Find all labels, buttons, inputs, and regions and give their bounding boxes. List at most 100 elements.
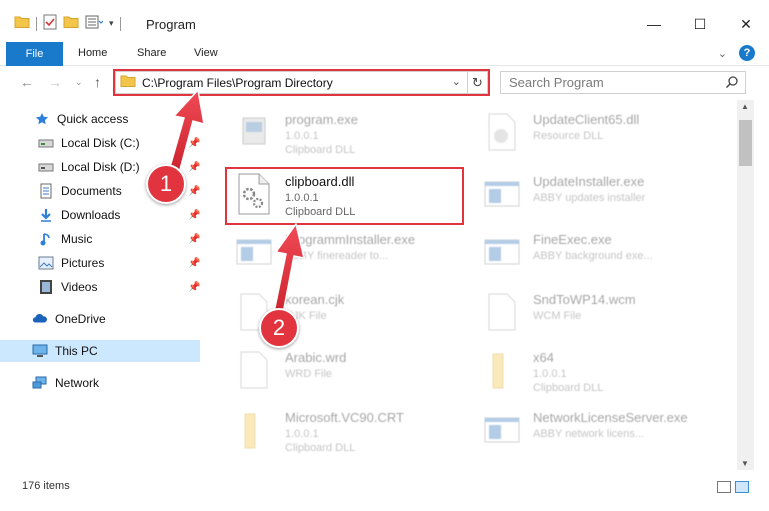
search-icon[interactable] [725,75,739,92]
window-icon [481,172,521,216]
file-item-microsoft-vc90-crt[interactable]: Microsoft.VC90.CRT 1.0.0.1 Clipboard DLL [225,402,465,458]
file-name: ProgrammInstaller.exe [285,232,416,247]
dll-icon [481,110,521,154]
file-item-programminstaller-exe[interactable]: ProgrammInstaller.exe ABBY finereader to… [225,224,465,280]
details-view-icon[interactable] [717,481,731,493]
tab-file[interactable]: File [6,42,63,66]
window-title: Program [146,17,196,32]
large-icons-view-icon[interactable] [735,481,749,493]
file-version: Resource DLL [533,130,604,142]
sidebar-item-label: This PC [55,344,98,358]
clipboard-dll-highlight [225,167,464,225]
file-name: Arabic.wrd [285,350,347,365]
tab-home[interactable]: Home [78,47,107,59]
file-item-x64[interactable]: x64 1.0.0.1 Clipboard DLL [473,342,713,398]
title-bar: ▾ Program — ☐ ✕ [0,0,769,42]
sidebar-item-label: Local Disk (D:) [61,160,140,174]
sidebar-item-downloads[interactable]: Downloads 📌 [0,204,200,226]
back-arrow-icon[interactable]: ← [20,74,34,90]
file-version: WRD File [285,368,333,380]
pin-icon[interactable]: 📌 [188,258,200,269]
file-name: x64 [533,350,554,365]
sidebar-item-label: Downloads [61,208,121,222]
file-name: UpdateClient65.dll [533,112,640,127]
file-name: UpdateInstaller.exe [533,174,645,189]
quick-access-toolbar: ▾ [14,14,121,33]
forward-arrow-icon[interactable]: → [48,74,62,90]
sidebar-item-network[interactable]: Network [0,372,200,394]
vertical-scrollbar[interactable]: ▲ ▼ [737,100,754,470]
network-icon [32,375,48,391]
properties-icon[interactable] [43,14,57,33]
help-icon[interactable]: ? [739,45,755,61]
minimize-button[interactable]: — [631,8,677,40]
up-arrow-icon[interactable]: ↑ [94,74,101,90]
sidebar-item-label: Music [61,232,93,246]
close-button[interactable]: ✕ [723,8,769,40]
maximize-button[interactable]: ☐ [677,8,723,40]
scroll-up-icon[interactable]: ▲ [741,102,749,111]
sidebar-item-onedrive[interactable]: OneDrive [0,308,200,330]
sidebar-item-quick-access[interactable]: Quick access [0,108,200,130]
search-input[interactable]: Search Program [509,75,604,90]
scrollbar-thumb[interactable] [739,120,752,166]
file-item-updateinstaller-exe[interactable]: UpdateInstaller.exe ABBY updates install… [473,166,713,222]
file-item-fineexec-exe[interactable]: FineExec.exe ABBY background exe... [473,224,713,280]
search-box[interactable]: Search Program [500,71,746,94]
pin-icon[interactable]: 📌 [188,282,200,293]
file-item-program-exe[interactable]: program.exe 1.0.0.1 Clipboard DLL [225,104,465,160]
tab-share[interactable]: Share [137,47,166,59]
download-icon [38,207,54,223]
folder-icon [481,348,521,392]
sidebar-item-label: Videos [61,280,98,294]
music-icon [38,231,54,247]
ribbon: File Home Share View ⌄ ? [0,42,769,66]
chevron-down-icon[interactable]: ⌄ [718,47,727,60]
window-icon [481,230,521,274]
callout-step-1: 1 [146,164,186,204]
file-description: Clipboard DLL [285,144,356,156]
sidebar-item-videos[interactable]: Videos 📌 [0,276,200,298]
file-description: Clipboard DLL [285,442,356,454]
folder-icon [233,408,273,452]
file-item-sndtowp14-wcm[interactable]: SndToWP14.wcm WCM File [473,284,713,340]
file-version: 1.0.0.1 [533,368,567,380]
scroll-down-icon[interactable]: ▼ [741,459,749,468]
sidebar-item-pictures[interactable]: Pictures 📌 [0,252,200,274]
pin-icon[interactable]: 📌 [188,138,200,149]
pin-icon[interactable]: 📌 [188,186,200,197]
folder-icon [14,15,30,32]
pin-icon[interactable]: 📌 [188,234,200,245]
sidebar-item-label: Pictures [61,256,105,270]
file-version: ABBY updates installer [533,192,646,204]
computer-icon [32,343,48,359]
item-count: 176 items [22,480,70,492]
videos-icon [38,279,54,295]
pin-icon[interactable]: 📌 [188,162,200,173]
sidebar-item-label: OneDrive [55,312,106,326]
sidebar-item-label: Local Disk (C:) [61,136,140,150]
sidebar-item-label: Network [55,376,100,390]
customize-toolbar-icon[interactable]: ▾ [109,18,114,29]
recent-locations-icon[interactable]: ⌄ [75,77,83,88]
view-menu-icon[interactable] [85,15,104,32]
file-name: NetworkLicenseServer.exe [533,410,688,425]
file-name: korean.cjk [285,292,345,307]
sidebar-item-music[interactable]: Music 📌 [0,228,200,250]
toolbar-separator [36,16,37,31]
file-version: ABBY finereader to... [285,250,389,262]
sidebar-item-local-disk-c[interactable]: Local Disk (C:) 📌 [0,132,200,154]
pin-icon[interactable]: 📌 [188,210,200,221]
sidebar-item-this-pc[interactable]: This PC [0,340,200,362]
star-icon [34,111,50,127]
file-item-networklicenseserver-exe[interactable]: NetworkLicenseServer.exe ABBY network li… [473,402,713,458]
file-name: Microsoft.VC90.CRT [285,410,404,425]
drive-icon [38,135,54,151]
cloud-icon [32,311,48,327]
sidebar-item-label: Documents [61,184,122,198]
file-item-updateclient65-dll[interactable]: UpdateClient65.dll Resource DLL [473,104,713,160]
tab-view[interactable]: View [194,47,218,59]
file-version: WCM File [533,310,582,322]
file-item-arabic-wrd[interactable]: Arabic.wrd WRD File [225,342,465,398]
new-folder-icon[interactable] [63,15,79,32]
